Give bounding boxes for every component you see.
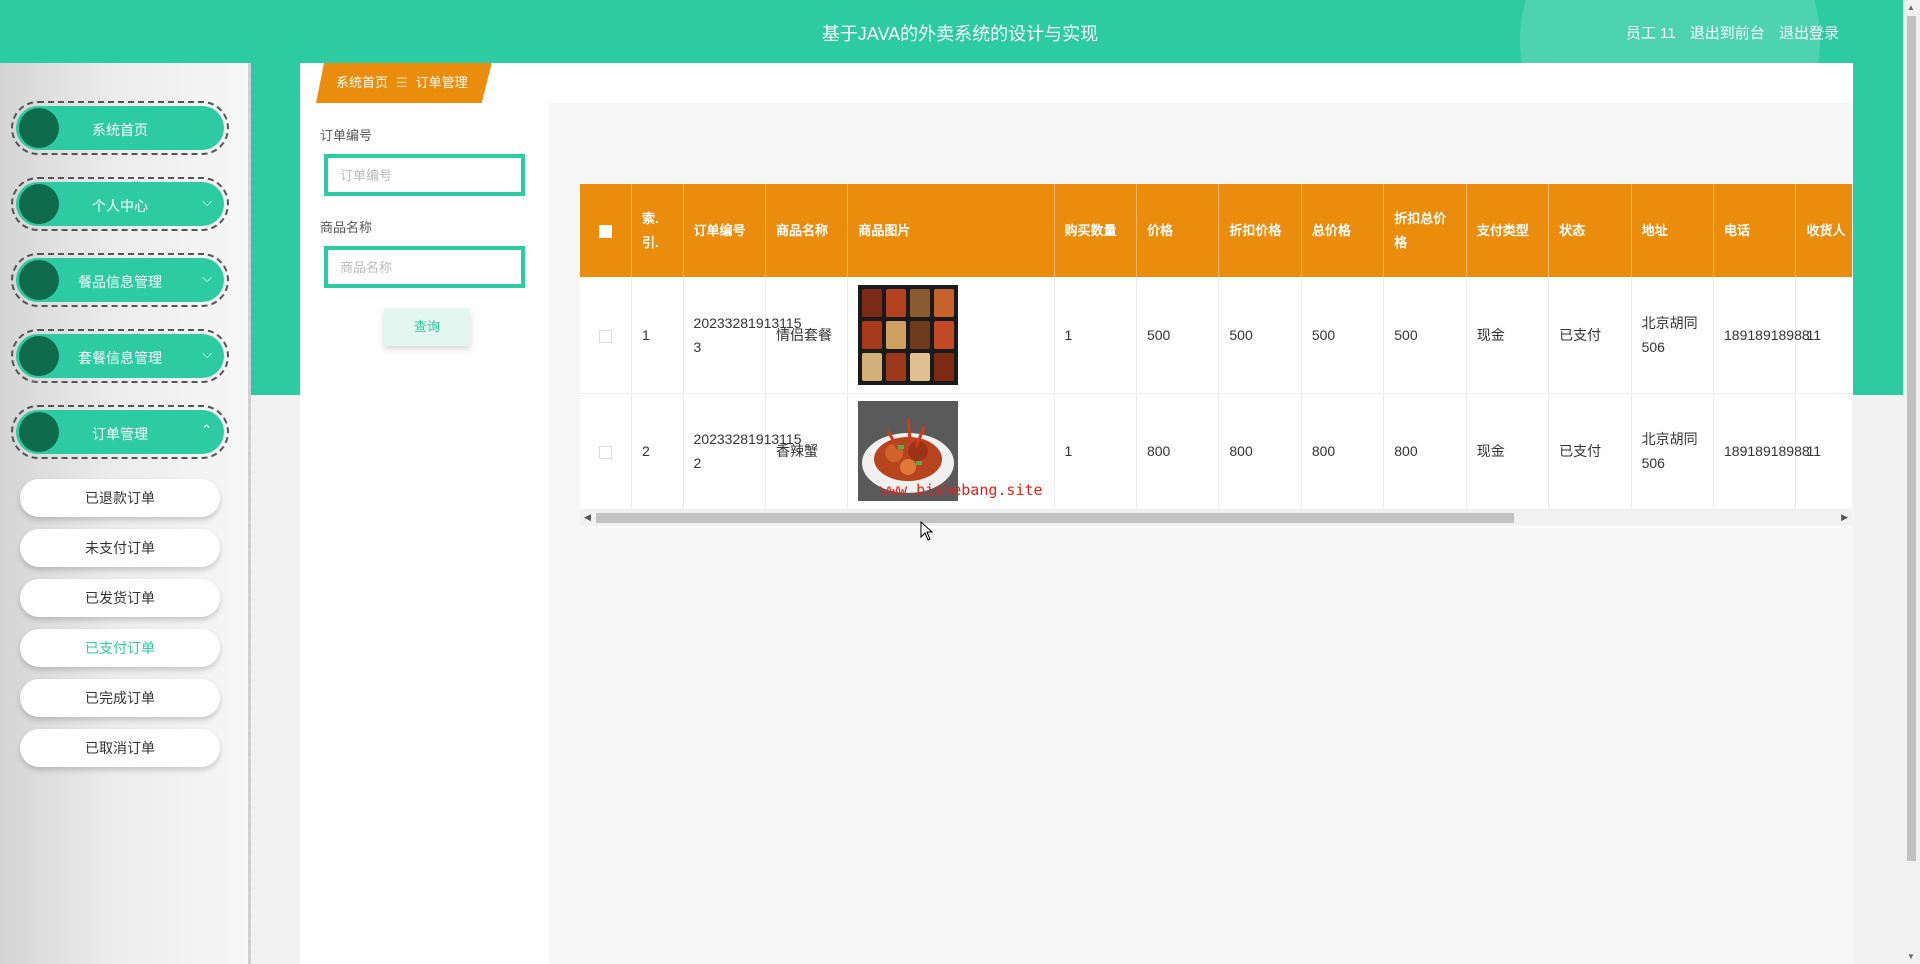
cell-address: 北京胡同506 (1631, 277, 1715, 394)
cell-status: 已支付 (1548, 393, 1632, 510)
chevron-down-icon: ⌵ (202, 194, 212, 209)
orders-table: 索.引. 订单编号 商品名称 商品图片 购买数量 价格 折扣价格 总价格 折扣总… (580, 184, 1852, 510)
user-links: 员工 11 退出到前台 退出登录 (1616, 22, 1839, 43)
cell-total: 800 (1301, 393, 1385, 510)
cell-pay-type: 现金 (1466, 277, 1550, 394)
mouse-cursor-icon (920, 521, 934, 541)
order-no-label: 订单编号 (320, 128, 373, 143)
table-row: 2 20233281913115 2 香辣蟹 1 800 800 800 800… (580, 393, 1852, 510)
breadcrumb-bar: 系统首页 ☰ 订单管理 (300, 63, 1853, 103)
back-to-front-link[interactable]: 退出到前台 (1690, 25, 1765, 42)
cell-index: 2 (631, 393, 684, 510)
cell-phone: 18918918988 (1713, 277, 1810, 394)
chevron-down-icon: ⌵ (202, 270, 212, 285)
order-no-input[interactable] (324, 154, 525, 196)
sidebar-item-dish-management[interactable]: 餐品信息管理 ⌵ (11, 253, 229, 307)
product-name-label: 商品名称 (320, 220, 373, 235)
column-header: 状态 (1548, 184, 1632, 277)
sidebar-item-home[interactable]: 系统首页 (11, 101, 229, 155)
scrollbar-thumb[interactable] (1907, 16, 1916, 861)
row-select-cell (580, 277, 633, 394)
submenu-paid-orders[interactable]: 已支付订单 (20, 629, 220, 667)
scroll-right-icon[interactable]: ▶ (1841, 512, 1848, 523)
submenu-unpaid-orders[interactable]: 未支付订单 (20, 529, 220, 567)
column-header: 地址 (1631, 184, 1715, 277)
select-all-checkbox[interactable] (599, 224, 612, 238)
logout-link[interactable]: 退出登录 (1779, 25, 1839, 42)
sidebar-item-label: 餐品信息管理 (78, 274, 162, 290)
cell-qty: 1 (1054, 277, 1137, 394)
sidebar-item-label: 个人中心 (92, 198, 148, 214)
cell-order-no: 20233281913115 3 (683, 277, 802, 394)
column-header: 收货人 (1795, 184, 1852, 277)
sidebar-item-combo-management[interactable]: 套餐信息管理 ⌵ (11, 329, 229, 383)
cell-pay-type: 现金 (1466, 393, 1550, 510)
cell-discount-price: 800 (1218, 393, 1302, 510)
submenu-cancelled-orders[interactable]: 已取消订单 (20, 729, 220, 767)
orders-table-container: 索.引. 订单编号 商品名称 商品图片 购买数量 价格 折扣价格 总价格 折扣总… (580, 184, 1852, 528)
row-select-cell (580, 393, 633, 510)
submenu-refunded-orders[interactable]: 已退款订单 (20, 479, 220, 517)
chevron-down-icon: ⌵ (202, 346, 212, 361)
scroll-up-icon[interactable]: ▲ (1907, 3, 1915, 12)
menu-icon: ☰ (396, 75, 408, 90)
sidebar-item-order-management[interactable]: 订单管理 ⌃ (11, 405, 229, 459)
food-box-image (858, 284, 959, 385)
column-header: 购买数量 (1054, 184, 1137, 277)
cell-product: 香辣蟹 (765, 393, 849, 510)
sidebar-item-personal-center[interactable]: 个人中心 ⌵ (11, 177, 229, 231)
breadcrumb: 系统首页 ☰ 订单管理 (316, 63, 492, 103)
column-header: 折扣价格 (1218, 184, 1302, 277)
cell-address: 北京胡同506 (1631, 393, 1715, 510)
column-header: 索.引. (631, 184, 684, 277)
submenu-completed-orders[interactable]: 已完成订单 (20, 679, 220, 717)
table-header-row: 索.引. 订单编号 商品名称 商品图片 购买数量 价格 折扣价格 总价格 折扣总… (580, 184, 1852, 277)
column-header: 电话 (1713, 184, 1797, 277)
cell-order-no: 20233281913115 2 (683, 393, 802, 510)
user-label: 员工 11 (1625, 25, 1676, 42)
row-checkbox[interactable] (599, 329, 612, 343)
cell-product: 情侣套餐 (765, 277, 849, 394)
search-panel: 订单编号 商品名称 查询 (300, 103, 549, 964)
column-header: 订单编号 (683, 184, 766, 277)
breadcrumb-current: 订单管理 (415, 75, 468, 90)
table-horizontal-scrollbar[interactable]: ◀ ▶ (580, 510, 1852, 526)
sidebar-item-label: 订单管理 (92, 426, 148, 442)
cell-discount-total: 500 (1383, 277, 1467, 394)
top-header: 基于JAVA的外卖系统的设计与实现 员工 11 退出到前台 退出登录 (0, 0, 1920, 63)
column-header: 总价格 (1301, 184, 1385, 277)
column-header: 价格 (1136, 184, 1220, 277)
column-header: 支付类型 (1466, 184, 1550, 277)
scroll-left-icon[interactable]: ◀ (584, 512, 591, 523)
sidebar-item-label: 套餐信息管理 (78, 350, 162, 366)
search-button[interactable]: 查询 (384, 308, 470, 346)
scroll-down-icon[interactable]: ▼ (1907, 952, 1915, 961)
sidebar-item-label: 系统首页 (92, 122, 148, 138)
column-header: 折扣总价格 (1383, 184, 1467, 277)
table-row: 1 20233281913115 3 情侣套餐 1 500 500 500 50… (580, 277, 1852, 394)
sidebar: 系统首页 个人中心 ⌵ 餐品信息管理 ⌵ 套餐信息管理 ⌵ 订单管理 ⌃ 已退款… (0, 63, 251, 964)
row-checkbox[interactable] (599, 445, 612, 459)
cell-discount-total: 800 (1383, 393, 1467, 510)
breadcrumb-home[interactable]: 系统首页 (336, 75, 388, 90)
column-header: 商品图片 (847, 184, 1055, 277)
cell-qty: 1 (1054, 393, 1137, 510)
cell-image (847, 277, 1055, 394)
watermark: www.bishebang.site (880, 481, 1043, 499)
cell-phone: 18918918988 (1713, 393, 1810, 510)
column-header: 商品名称 (765, 184, 849, 277)
scrollbar-thumb[interactable] (596, 513, 1514, 523)
select-all-header (580, 184, 633, 277)
submenu-shipped-orders[interactable]: 已发货订单 (20, 579, 220, 617)
chevron-up-icon: ⌃ (201, 422, 212, 437)
product-name-input[interactable] (324, 246, 525, 288)
cell-status: 已支付 (1548, 277, 1632, 394)
cell-discount-price: 500 (1218, 277, 1302, 394)
cell-price: 500 (1136, 277, 1220, 394)
cell-price: 800 (1136, 393, 1220, 510)
cell-total: 500 (1301, 277, 1385, 394)
page-vertical-scrollbar[interactable]: ▲ ▼ (1903, 0, 1920, 964)
cell-index: 1 (631, 277, 684, 394)
